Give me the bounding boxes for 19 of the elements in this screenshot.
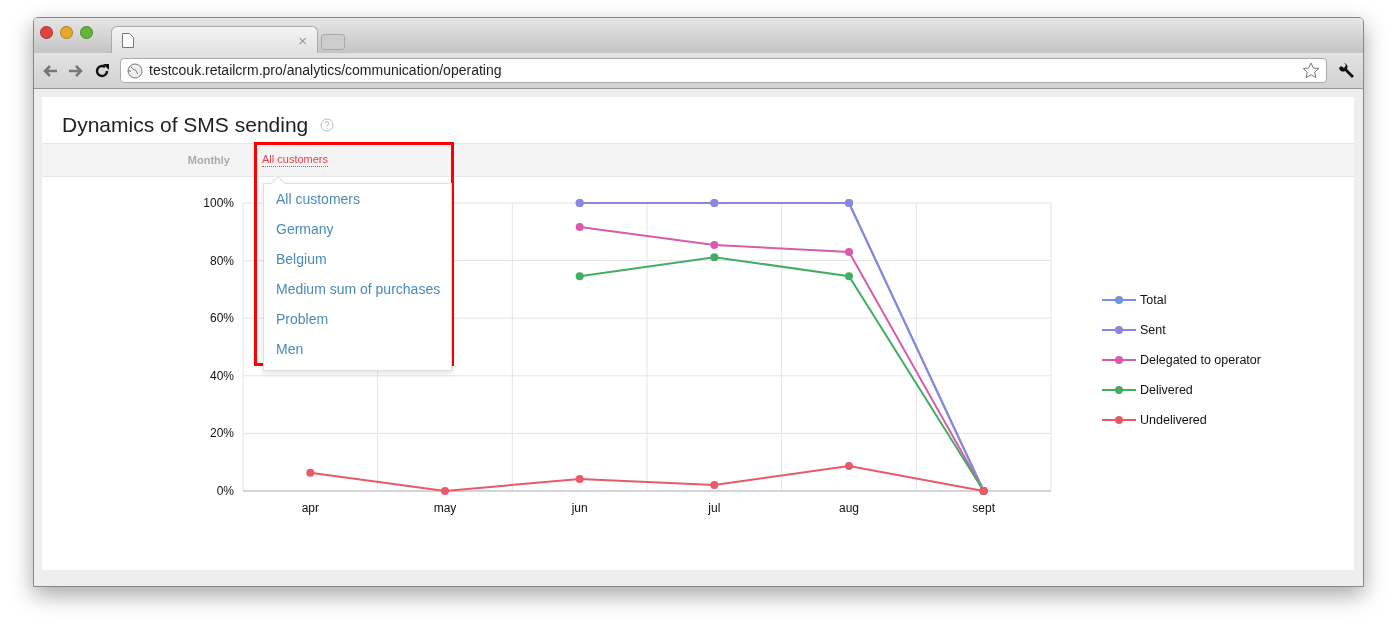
legend-label: Total xyxy=(1140,291,1167,309)
y-tick-label: 60% xyxy=(209,311,234,326)
y-tick-label: 20% xyxy=(209,426,234,441)
x-tick-label: jul xyxy=(708,501,721,515)
x-tick-label: sept xyxy=(972,501,995,515)
y-tick-label: 80% xyxy=(209,253,234,268)
page-title: Dynamics of SMS sending xyxy=(62,112,309,139)
x-tick-label: jun xyxy=(571,501,588,515)
x-tick-label: may xyxy=(433,501,457,515)
legend-label: Delegated to operator xyxy=(1140,351,1261,369)
y-tick-label: 0% xyxy=(216,484,234,498)
legend-label: Delivered xyxy=(1140,381,1193,399)
y-tick-label: 40% xyxy=(209,368,234,383)
x-tick-label: aug xyxy=(839,501,859,515)
legend-label: Undelivered xyxy=(1140,411,1207,429)
y-tick-label: 100% xyxy=(203,196,234,210)
x-tick-label: apr xyxy=(301,501,319,515)
legend-label: Sent xyxy=(1140,321,1166,339)
url-text: testcouk.retailcrm.pro/analytics/communication/operating xyxy=(149,61,503,80)
